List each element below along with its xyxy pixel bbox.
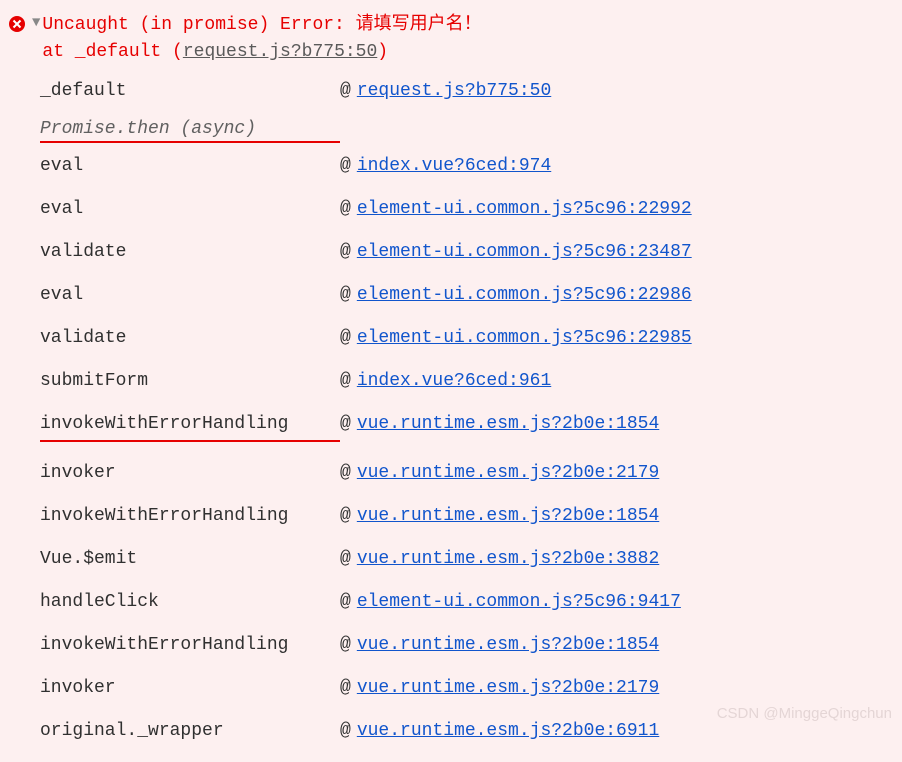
frame-at: @ — [340, 368, 351, 395]
frame-at: @ — [340, 589, 351, 616]
async-boundary: Promise.then (async) — [40, 113, 894, 145]
frame-at: @ — [340, 460, 351, 487]
frame-function: _default — [40, 78, 340, 105]
stack-frame-top: _default @ request.js?b775:50 — [40, 70, 894, 113]
frame-at: @ — [340, 153, 351, 180]
frame-function: submitForm — [40, 368, 340, 395]
frame-at: @ — [340, 325, 351, 352]
frame-function: validate — [40, 239, 340, 266]
frame-at: @ — [340, 282, 351, 309]
frame-function: invokeWithErrorHandling — [40, 503, 340, 530]
frame-at: @ — [340, 411, 351, 438]
frame-function: eval — [40, 282, 340, 309]
frame-source-link[interactable]: vue.runtime.esm.js?2b0e:2179 — [357, 460, 659, 487]
stack-frame: eval@index.vue?6ced:974 — [40, 145, 894, 188]
stack-frame: original._wrapper@vue.runtime.esm.js?2b0… — [40, 710, 894, 753]
frame-at: @ — [340, 546, 351, 573]
frame-source-link[interactable]: element-ui.common.js?5c96:22985 — [357, 325, 692, 352]
frame-function: handleClick — [40, 589, 340, 616]
stack-frame: validate@element-ui.common.js?5c96:23487 — [40, 231, 894, 274]
frame-at: @ — [340, 503, 351, 530]
frame-source-link[interactable]: element-ui.common.js?5c96:22986 — [357, 282, 692, 309]
frame-function: Vue.$emit — [40, 546, 340, 573]
error-icon — [8, 15, 26, 39]
frame-function: invokeWithErrorHandling — [40, 632, 340, 659]
frame-source-link[interactable]: request.js?b775:50 — [357, 78, 551, 105]
error-message: Uncaught (in promise) Error: 请填写用户名！ — [42, 15, 481, 35]
frame-function: invokeWithErrorHandling — [40, 411, 340, 442]
frame-at: @ — [340, 239, 351, 266]
frame-at: @ — [340, 718, 351, 745]
frame-function: invoker — [40, 460, 340, 487]
stack-frame: invokeWithErrorHandling@vue.runtime.esm.… — [40, 403, 894, 452]
stack-frame: invoker@vue.runtime.esm.js?2b0e:2179 — [40, 452, 894, 495]
stack-frames: _default @ request.js?b775:50 Promise.th… — [8, 70, 894, 753]
frame-source-link[interactable]: element-ui.common.js?5c96:9417 — [357, 589, 681, 616]
stack-frame: invoker@vue.runtime.esm.js?2b0e:2179 — [40, 667, 894, 710]
stack-frame: submitForm@index.vue?6ced:961 — [40, 360, 894, 403]
frame-function: invoker — [40, 675, 340, 702]
frame-source-link[interactable]: vue.runtime.esm.js?2b0e:1854 — [357, 411, 659, 438]
error-message-block: Uncaught (in promise) Error: 请填写用户名！ at … — [42, 12, 481, 66]
frame-source-link[interactable]: vue.runtime.esm.js?2b0e:1854 — [357, 632, 659, 659]
frame-source-link[interactable]: vue.runtime.esm.js?2b0e:3882 — [357, 546, 659, 573]
frame-function: original._wrapper — [40, 718, 340, 745]
frame-function: validate — [40, 325, 340, 352]
error-at-prefix: at _default (request.js?b775:50) — [42, 42, 388, 62]
frame-source-link[interactable]: element-ui.common.js?5c96:22992 — [357, 196, 692, 223]
frame-source-link[interactable]: element-ui.common.js?5c96:23487 — [357, 239, 692, 266]
expand-triangle-icon[interactable]: ▼ — [32, 15, 40, 31]
frame-source-link[interactable]: index.vue?6ced:974 — [357, 153, 551, 180]
stack-frame: eval@element-ui.common.js?5c96:22992 — [40, 188, 894, 231]
frame-source-link[interactable]: vue.runtime.esm.js?2b0e:6911 — [357, 718, 659, 745]
stack-frame: invokeWithErrorHandling@vue.runtime.esm.… — [40, 495, 894, 538]
frame-function: eval — [40, 153, 340, 180]
frame-at: @ — [340, 196, 351, 223]
frame-source-link[interactable]: vue.runtime.esm.js?2b0e:2179 — [357, 675, 659, 702]
error-header: ▼ Uncaught (in promise) Error: 请填写用户名！ a… — [8, 8, 894, 70]
frame-source-link[interactable]: index.vue?6ced:961 — [357, 368, 551, 395]
frame-at: @ — [340, 632, 351, 659]
stack-frame: handleClick@element-ui.common.js?5c96:94… — [40, 581, 894, 624]
stack-frame: validate@element-ui.common.js?5c96:22985 — [40, 317, 894, 360]
frame-function: eval — [40, 196, 340, 223]
stack-frame: Vue.$emit@vue.runtime.esm.js?2b0e:3882 — [40, 538, 894, 581]
stack-frame: invokeWithErrorHandling@vue.runtime.esm.… — [40, 624, 894, 667]
error-source-link[interactable]: request.js?b775:50 — [183, 42, 377, 62]
frame-at: @ — [340, 675, 351, 702]
frame-source-link[interactable]: vue.runtime.esm.js?2b0e:1854 — [357, 503, 659, 530]
async-label: Promise.then (async) — [40, 113, 340, 143]
frame-at: @ — [340, 78, 351, 105]
stack-frame: eval@element-ui.common.js?5c96:22986 — [40, 274, 894, 317]
